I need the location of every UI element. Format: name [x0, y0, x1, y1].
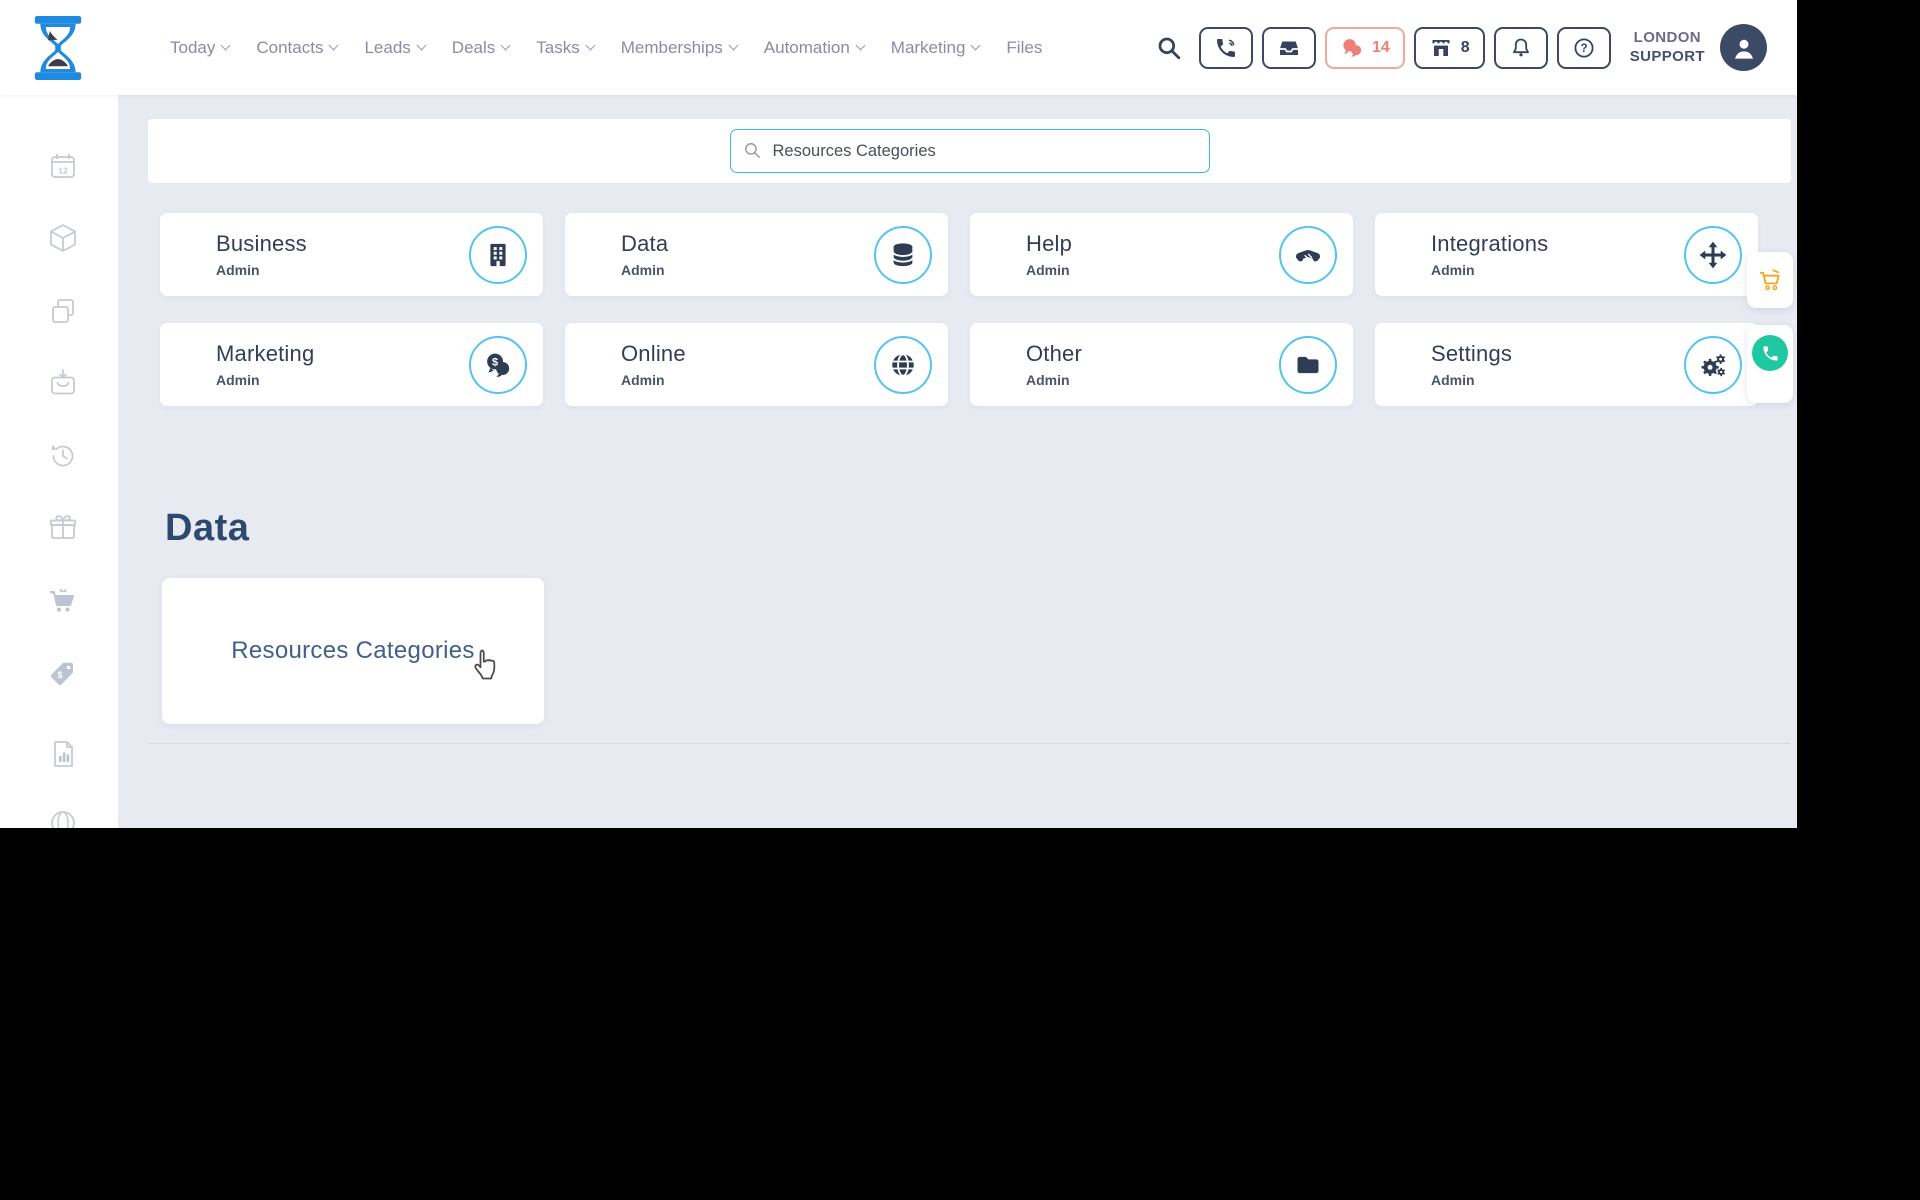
nav-tasks[interactable]: Tasks: [536, 37, 596, 58]
category-card-marketing[interactable]: Marketing Admin $: [160, 323, 543, 406]
account-line1: LONDON: [1633, 28, 1702, 46]
main-nav: Today Contacts Leads Deals Tasks Members…: [170, 38, 1042, 58]
nav-marketing[interactable]: Marketing: [890, 37, 981, 58]
topbar: Today Contacts Leads Deals Tasks Members…: [0, 0, 1797, 95]
nav-memberships[interactable]: Memberships: [620, 37, 739, 58]
category-card-settings[interactable]: Settings Admin: [1375, 323, 1758, 406]
inbox-button[interactable]: [1261, 26, 1316, 69]
search-box: [729, 129, 1210, 173]
main-content: Business Admin Data Admin: [118, 95, 1797, 828]
sidebar: 12 $: [0, 95, 118, 828]
globe-icon: [874, 335, 932, 394]
resources-categories-label: Resources Categories: [231, 637, 475, 664]
chat-badge: 14: [1371, 38, 1390, 56]
price-tag-icon[interactable]: $: [47, 657, 79, 689]
money-chat-icon: $: [469, 335, 527, 394]
report-icon[interactable]: [47, 738, 79, 770]
nav-today[interactable]: Today: [170, 37, 231, 58]
avatar[interactable]: [1720, 24, 1767, 71]
search-icon: [744, 143, 760, 158]
chevron-down-icon: [329, 40, 339, 51]
nav-files-label: Files: [1006, 37, 1043, 57]
chevron-down-icon: [220, 40, 231, 51]
category-card-help[interactable]: Help Admin: [970, 213, 1353, 296]
category-card-other[interactable]: Other Admin: [970, 323, 1353, 406]
calendar-icon[interactable]: 12: [47, 150, 79, 182]
screen: Today Contacts Leads Deals Tasks Members…: [0, 0, 1920, 1200]
globe-nav-icon[interactable]: [47, 807, 79, 828]
question-icon: ?: [1574, 37, 1594, 58]
category-card-online[interactable]: Online Admin: [565, 323, 948, 406]
chevron-down-icon: [855, 40, 866, 51]
store-button[interactable]: 8: [1413, 26, 1485, 69]
cart-float-button[interactable]: [1747, 252, 1793, 308]
nav-automation[interactable]: Automation: [763, 37, 866, 58]
category-card-data[interactable]: Data Admin: [565, 213, 948, 296]
chat-button[interactable]: 14: [1324, 26, 1405, 69]
nav-deals-label: Deals: [451, 37, 496, 57]
nav-deals[interactable]: Deals: [451, 37, 511, 58]
nav-automation-label: Automation: [763, 37, 850, 57]
category-card-business[interactable]: Business Admin: [160, 213, 543, 296]
search-input[interactable]: [729, 129, 1210, 173]
nav-contacts[interactable]: Contacts: [256, 37, 339, 58]
topbar-actions: 14 8 ? LONDON SUPPORT: [1156, 24, 1767, 71]
hourglass-logo[interactable]: [30, 15, 86, 80]
search-panel: [148, 119, 1791, 183]
app-window: Today Contacts Leads Deals Tasks Members…: [0, 0, 1797, 828]
nav-files[interactable]: Files: [1006, 38, 1042, 58]
whatsapp-icon: [1752, 335, 1788, 371]
package-cube-icon[interactable]: [47, 222, 79, 254]
nav-today-label: Today: [170, 37, 216, 57]
svg-text:12: 12: [58, 166, 68, 176]
store-badge: 8: [1460, 38, 1470, 56]
account-name: LONDON SUPPORT: [1630, 29, 1705, 67]
category-grid: Business Admin Data Admin Help Admin Int…: [160, 213, 1758, 406]
nav-tasks-label: Tasks: [536, 37, 580, 57]
chat-bubbles-icon: [1343, 38, 1362, 57]
account-line2: SUPPORT: [1629, 47, 1705, 65]
section-heading: Data: [165, 507, 250, 549]
chevron-down-icon: [970, 40, 981, 51]
move-arrows-icon: [1684, 225, 1742, 284]
inbox-box-icon[interactable]: [47, 367, 79, 399]
chevron-down-icon: [416, 40, 427, 51]
svg-text:$: $: [492, 356, 498, 368]
gift-icon[interactable]: [47, 512, 79, 544]
nav-leads[interactable]: Leads: [364, 37, 427, 58]
help-button[interactable]: ?: [1556, 26, 1611, 69]
building-icon: [469, 225, 527, 284]
database-icon: [874, 225, 932, 284]
history-icon[interactable]: [47, 440, 79, 472]
chevron-down-icon: [500, 40, 511, 51]
nav-memberships-label: Memberships: [620, 37, 723, 57]
cart-icon[interactable]: [47, 585, 79, 617]
phone-icon: [1216, 38, 1235, 57]
inbox-icon: [1279, 41, 1298, 55]
bell-icon: [1512, 38, 1529, 56]
svg-text:$: $: [57, 670, 62, 680]
category-card-integrations[interactable]: Integrations Admin: [1375, 213, 1758, 296]
nav-leads-label: Leads: [364, 37, 411, 57]
whatsapp-float-button[interactable]: [1747, 325, 1793, 403]
storefront-icon: [1432, 39, 1450, 56]
notifications-button[interactable]: [1493, 26, 1548, 69]
resources-categories-card[interactable]: Resources Categories: [162, 578, 544, 724]
gears-icon: [1684, 335, 1742, 394]
section-divider: [148, 743, 1791, 744]
chevron-down-icon: [728, 40, 739, 51]
chevron-down-icon: [585, 40, 596, 51]
folder-icon: [1279, 335, 1337, 394]
handshake-icon: [1279, 225, 1337, 284]
search-icon[interactable]: [1156, 35, 1182, 61]
person-icon: [1734, 39, 1753, 59]
nav-contacts-label: Contacts: [256, 37, 324, 57]
phone-button[interactable]: [1198, 26, 1253, 69]
svg-text:?: ?: [1580, 43, 1587, 55]
cart-icon: [1759, 268, 1780, 290]
nav-marketing-label: Marketing: [890, 37, 966, 57]
copy-pages-icon[interactable]: [47, 295, 79, 327]
